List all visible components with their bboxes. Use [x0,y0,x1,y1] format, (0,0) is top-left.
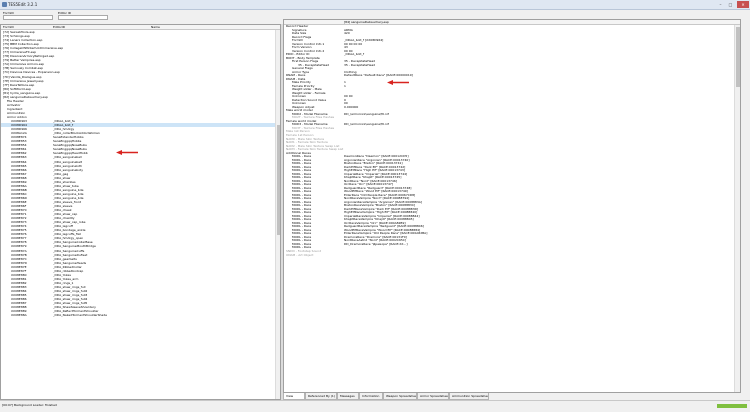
tree-scroll-thumb[interactable] [277,125,280,235]
bottom-tab-strip: View Referenced By (1) Messages Information… [283,393,741,400]
status-text: [00:07] Background Loader: finished [2,403,57,407]
minimize-button[interactable]: – [716,1,725,8]
tab-armor-spreadsheet[interactable]: Armor Spreadsheet [417,393,449,400]
tree-scrollbar[interactable] [275,30,280,399]
column-formid[interactable]: FormID [3,25,14,29]
tree-row-editorid: _DDA_NakedTormentShoulderShade [53,313,108,318]
tab-weapon-spreadsheet[interactable]: Weapon Spreadsheet [383,393,417,400]
title-bar: TES5Edit 3.2.1 – □ ✕ [0,0,750,10]
tab-messages[interactable]: Messages [337,393,359,400]
column-name[interactable]: Name [151,25,160,29]
close-button[interactable]: ✕ [737,1,749,8]
record-view-pane: [84] sanguineDebauchery.esp Record Heade… [283,19,741,393]
record-field-row[interactable]: ONAM - Art Object [284,252,734,258]
record-scroll-thumb[interactable] [736,27,740,87]
tab-ammunition-spreadsheet[interactable]: Ammunition Spreadsheet [449,393,489,400]
record-scrollbar[interactable] [734,25,740,392]
field-label: ONAM - Art Object [286,252,314,257]
status-bar: [00:07] Background Loader: finished [0,400,750,412]
record-tree[interactable]: [72] SexLabTools.esp [73] Schlongs.esp [74… [1,30,276,317]
red-arrow-icon [116,150,138,155]
tab-referenced-by-1[interactable]: Referenced By (1) [305,393,337,400]
record-field-list[interactable]: Record Header Signature ARMA Data Size 420 Re… [284,24,734,258]
column-editorid[interactable]: EditorID [53,25,65,29]
app-icon [2,2,7,7]
maximize-button[interactable]: □ [726,1,735,8]
tree-row-formid: XX08E88A [11,313,27,318]
formid-filter-input[interactable] [3,15,53,20]
record-tree-pane: FormID EditorID Name [72] SexLabTools.es… [0,24,281,400]
editorid-filter-input[interactable] [58,15,108,20]
red-arrow-icon [387,80,409,85]
tab-information[interactable]: Information [359,393,383,400]
status-indicator [717,404,747,408]
record-view-title: [84] sanguineDebauchery.esp [344,20,389,24]
filter-bar: FormID Editor ID [0,10,281,22]
tree-row[interactable]: XX08E88A _DDA_NakedTormentShoulderShade [1,313,276,317]
tab-view[interactable]: View [283,393,305,400]
window-title: TES5Edit 3.2.1 [8,2,38,7]
